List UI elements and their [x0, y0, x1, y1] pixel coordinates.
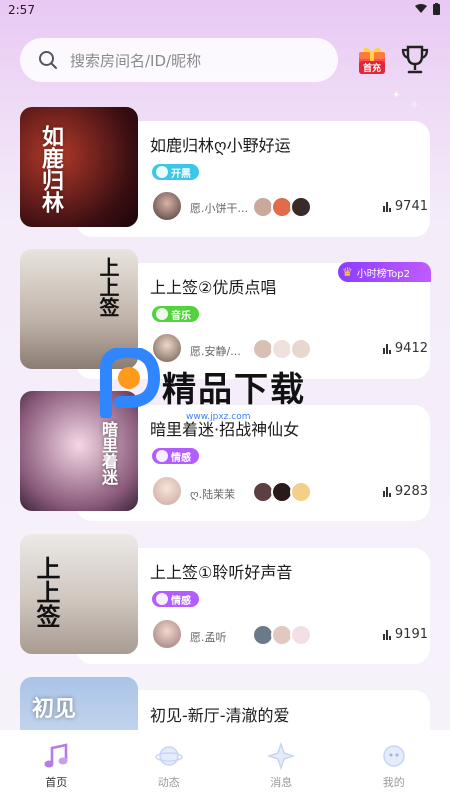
host-name: ღ.陆茉茉 — [190, 488, 236, 501]
heat-icon — [382, 343, 391, 354]
heat-icon — [382, 629, 391, 640]
room-heat: 9191 — [382, 627, 428, 642]
cover-caption: 暗里着迷 — [99, 421, 118, 485]
battery-icon — [433, 3, 440, 15]
heat-icon — [382, 486, 391, 497]
host-avatar[interactable] — [151, 190, 183, 222]
crown-icon: ♛ — [342, 265, 353, 279]
status-icons — [415, 3, 440, 15]
cover-caption: 初见 — [32, 696, 77, 722]
room-cover-image[interactable]: 上上签 — [20, 534, 138, 654]
member-avatar — [290, 196, 312, 218]
sparkle-icon: ✦ — [392, 90, 401, 101]
watermark: 精品下载 www.jpxz.com — [98, 348, 358, 428]
room-heat: 9412 — [382, 341, 428, 356]
rank-badge: ♛ 小时榜Top2 — [338, 262, 431, 282]
leaderboard-button[interactable] — [400, 44, 430, 76]
first-charge-button[interactable]: 首充 — [357, 44, 387, 76]
host-avatar[interactable] — [151, 475, 183, 507]
watermark-url: www.jpxz.com — [186, 412, 251, 422]
tab-home[interactable]: 首页 — [0, 730, 113, 800]
tab-messages[interactable]: 消息 — [225, 730, 338, 800]
member-avatar — [290, 624, 312, 646]
bottom-tab-bar: 首页 动态 消息 我的 — [0, 730, 450, 800]
sparkle-icon: ✧ — [410, 100, 419, 111]
room-heat: 9283 — [382, 484, 428, 499]
profile-planet-icon — [383, 745, 405, 767]
host-name: 愿.小饼干... — [190, 202, 248, 215]
member-avatar — [290, 481, 312, 503]
room-tag: 开黑 — [152, 164, 199, 180]
cover-caption: 上上签 — [32, 556, 61, 628]
tab-profile[interactable]: 我的 — [338, 730, 450, 800]
room-tag: 情感 — [152, 448, 199, 464]
first-charge-label: 首充 — [359, 61, 385, 74]
host-avatar[interactable] — [151, 618, 183, 650]
trophy-icon — [401, 45, 429, 74]
cover-caption: 上上签 — [96, 257, 120, 317]
wifi-icon — [415, 4, 427, 13]
tab-label: 我的 — [382, 776, 405, 789]
host-name: 愿.孟听 — [190, 631, 227, 644]
status-time: 2:57 — [8, 3, 35, 17]
tab-label: 消息 — [270, 776, 293, 789]
watermark-logo-icon — [100, 348, 160, 418]
search-icon — [39, 51, 57, 69]
room-tag: 音乐 — [152, 306, 199, 322]
room-title: 上上签①聆听好声音 — [150, 563, 293, 582]
watermark-text: 精品下载 — [162, 370, 306, 410]
cover-caption: 如鹿归林 — [38, 125, 64, 213]
tab-feed[interactable]: 动态 — [113, 730, 226, 800]
tab-label: 动态 — [157, 776, 180, 789]
star-bubble-icon — [267, 742, 296, 770]
room-title: 初见-新厅-清澈的爱 — [150, 706, 290, 725]
status-bar: 2:57 — [0, 0, 450, 22]
room-cover-image[interactable]: 如鹿归林 — [20, 107, 138, 227]
music-note-icon — [44, 743, 68, 768]
search-bar[interactable]: 搜索房间名/ID/昵称 — [20, 38, 338, 82]
room-heat: 9741 — [382, 199, 428, 214]
planet-icon — [155, 746, 183, 766]
tab-label: 首页 — [45, 776, 68, 789]
search-placeholder: 搜索房间名/ID/昵称 — [70, 51, 202, 70]
heat-icon — [382, 201, 391, 212]
room-title: 上上签②优质点唱 — [150, 278, 277, 297]
room-tag: 情感 — [152, 591, 199, 607]
room-title: 如鹿归林ღ小野好运 — [150, 136, 291, 155]
